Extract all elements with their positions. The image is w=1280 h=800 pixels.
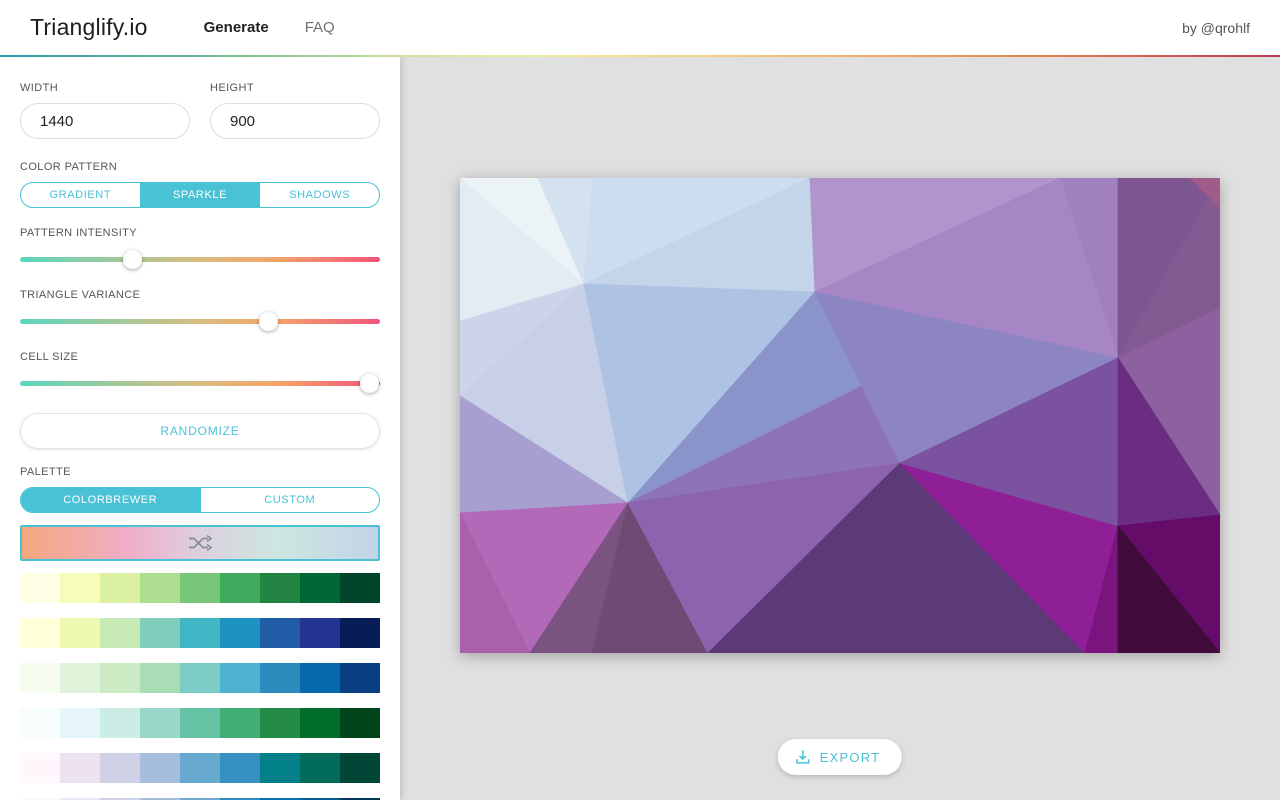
width-input[interactable]	[20, 103, 190, 139]
height-label: HEIGHT	[210, 82, 380, 95]
width-label: WIDTH	[20, 82, 190, 95]
palette-cell	[140, 663, 180, 693]
slider-label: CELL SIZE	[20, 351, 380, 364]
slider-handle[interactable]	[360, 374, 379, 393]
palette-cell	[220, 618, 260, 648]
palette-cell	[260, 708, 300, 738]
header-gradient-bar	[0, 55, 1280, 57]
dimensions-row: WIDTH HEIGHT	[20, 82, 380, 139]
palette-cell	[140, 573, 180, 603]
header: Trianglify.io Generate FAQ by @qrohlf	[0, 0, 1280, 57]
height-field-group: HEIGHT	[210, 82, 380, 139]
palette-cell	[100, 618, 140, 648]
width-field-group: WIDTH	[20, 82, 190, 139]
palette-cell	[300, 573, 340, 603]
palette-cell	[140, 618, 180, 648]
height-input[interactable]	[210, 103, 380, 139]
palette-segmented: COLORBREWERCUSTOM	[20, 487, 380, 513]
palette-cell	[260, 618, 300, 648]
color-pattern-label: COLOR PATTERN	[20, 161, 380, 174]
palette-cell	[300, 618, 340, 648]
palette-cell	[340, 753, 380, 783]
palette-row[interactable]	[20, 618, 380, 648]
slider-group: CELL SIZE	[20, 351, 380, 394]
app-logo[interactable]: Trianglify.io	[30, 14, 148, 41]
palette-cell	[20, 708, 60, 738]
palette-cell	[60, 708, 100, 738]
palette-cell	[140, 708, 180, 738]
slider-group: PATTERN INTENSITY	[20, 227, 380, 270]
slider-label: TRIANGLE VARIANCE	[20, 289, 380, 302]
color-pattern-segmented: GRADIENTSPARKLESHADOWS	[20, 182, 380, 208]
palette-cell	[340, 618, 380, 648]
nav: Generate FAQ	[204, 19, 335, 36]
selected-palette-swatch[interactable]	[20, 525, 380, 561]
palette-row[interactable]	[20, 663, 380, 693]
palette-cell	[60, 753, 100, 783]
palette-cell	[20, 663, 60, 693]
palette-cell	[340, 663, 380, 693]
palette-cell	[140, 753, 180, 783]
export-button[interactable]: EXPORT	[778, 739, 902, 775]
palette-row[interactable]	[20, 708, 380, 738]
palette-cell	[180, 753, 220, 783]
slider-handle[interactable]	[259, 312, 278, 331]
shuffle-icon[interactable]	[187, 532, 213, 554]
palette-cell	[300, 753, 340, 783]
palette-cell	[220, 708, 260, 738]
palette-cell	[300, 708, 340, 738]
slider-track[interactable]	[20, 381, 380, 386]
palette-cell	[260, 663, 300, 693]
palette-cell	[60, 618, 100, 648]
palette-row[interactable]	[20, 573, 380, 603]
palette-cell	[180, 708, 220, 738]
slider-handle[interactable]	[123, 250, 142, 269]
slider-track[interactable]	[20, 319, 380, 324]
palette-cell	[60, 573, 100, 603]
palette-cell	[340, 573, 380, 603]
slider-track[interactable]	[20, 257, 380, 262]
palette-cell	[300, 663, 340, 693]
export-label: EXPORT	[820, 750, 880, 765]
palette-cell	[180, 663, 220, 693]
palette-cell	[20, 753, 60, 783]
palette-cell	[260, 573, 300, 603]
triangle-preview	[460, 178, 1220, 653]
randomize-button[interactable]: RANDOMIZE	[20, 413, 380, 449]
palette-label: PALETTE	[20, 466, 380, 479]
palette-cell	[260, 753, 300, 783]
palette-cell	[100, 573, 140, 603]
palette-cell	[100, 753, 140, 783]
nav-faq[interactable]: FAQ	[305, 19, 335, 36]
segment-option-sparkle[interactable]: SPARKLE	[140, 183, 260, 207]
palette-cell	[180, 618, 220, 648]
palette-cell	[220, 663, 260, 693]
segment-option-colorbrewer[interactable]: COLORBREWER	[21, 488, 200, 512]
slider-group: TRIANGLE VARIANCE	[20, 289, 380, 332]
palette-cell	[20, 618, 60, 648]
nav-generate[interactable]: Generate	[204, 19, 269, 36]
palette-cell	[100, 663, 140, 693]
segment-option-custom[interactable]: CUSTOM	[200, 488, 380, 512]
palette-cell	[180, 573, 220, 603]
palette-cell	[20, 573, 60, 603]
segment-option-gradient[interactable]: GRADIENT	[21, 183, 140, 207]
sliders: PATTERN INTENSITY TRIANGLE VARIANCE CELL S…	[20, 227, 380, 394]
byline[interactable]: by @qrohlf	[1182, 20, 1250, 36]
palette-cell	[60, 663, 100, 693]
palette-row[interactable]	[20, 753, 380, 783]
preview-svg	[460, 178, 1220, 653]
download-icon	[794, 748, 812, 766]
sidebar: WIDTH HEIGHT COLOR PATTERN GRADIENTSPARK…	[0, 57, 400, 800]
palette-cell	[340, 708, 380, 738]
palette-cell	[220, 753, 260, 783]
palette-cell	[220, 573, 260, 603]
palette-list	[20, 573, 380, 800]
segment-option-shadows[interactable]: SHADOWS	[259, 183, 379, 207]
slider-label: PATTERN INTENSITY	[20, 227, 380, 240]
palette-cell	[100, 708, 140, 738]
